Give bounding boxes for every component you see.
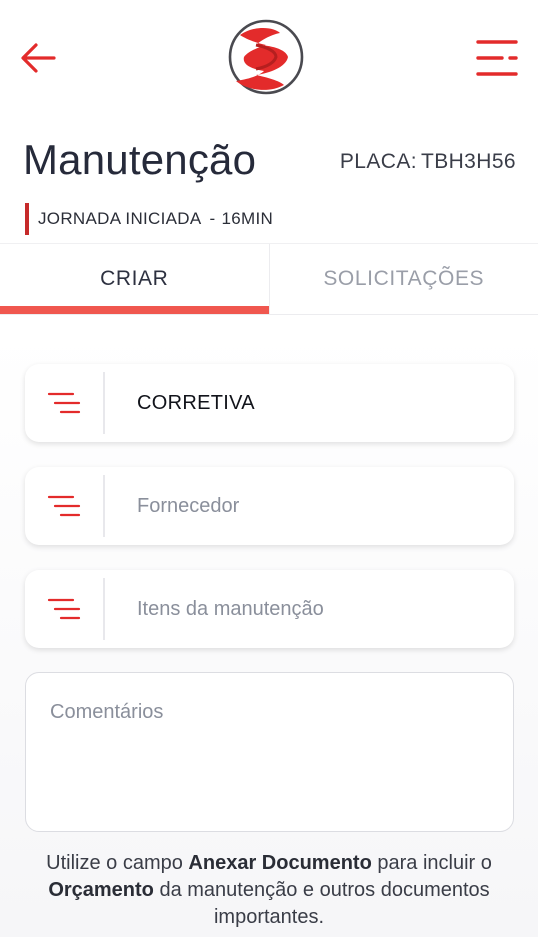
comments-field[interactable] (26, 673, 513, 831)
hint-text-1: Utilize o campo (46, 852, 189, 874)
hint-text-3: da manutenção e outros documentos import… (153, 879, 490, 928)
maintenance-items-placeholder: Itens da manutenção (137, 597, 324, 620)
tab-bar: CRIAR SOLICITAÇÕES (0, 243, 538, 315)
list-icon (47, 495, 81, 517)
arrow-left-icon (21, 43, 56, 73)
tab-criar[interactable]: CRIAR (0, 244, 269, 314)
list-icon (47, 392, 81, 414)
journey-status: JORNADA INICIADA - 16MIN (25, 203, 273, 235)
menu-button[interactable] (474, 36, 520, 80)
back-button[interactable] (18, 38, 58, 78)
comments-box (25, 672, 514, 832)
maintenance-type-value: CORRETIVA (137, 391, 255, 414)
hint-attach-document: Anexar Documento (188, 852, 372, 874)
tab-solicitacoes[interactable]: SOLICITAÇÕES (268, 244, 538, 314)
hint-budget: Orçamento (48, 879, 154, 901)
supplier-select[interactable]: Fornecedor (25, 467, 514, 545)
menu-icon (476, 40, 518, 76)
journey-status-separator: - (209, 209, 216, 228)
top-bar (0, 0, 538, 120)
list-icon-container (25, 372, 105, 434)
hint-text-2: para incluir o (371, 852, 492, 874)
list-icon-container (25, 475, 105, 537)
plate-label: PLACA: (339, 150, 417, 173)
journey-elapsed-time: 16MIN (221, 209, 274, 228)
brand-logo (226, 17, 306, 97)
maintenance-type-select[interactable]: CORRETIVA (25, 364, 514, 442)
vehicle-plate: PLACA: TBH3H56 (340, 150, 516, 174)
attachment-hint: Utilize o campo Anexar Documento para in… (20, 850, 518, 931)
maintenance-items-select[interactable]: Itens da manutenção (25, 570, 514, 648)
supplier-placeholder: Fornecedor (137, 494, 240, 517)
list-icon-container (25, 578, 105, 640)
journey-status-label: JORNADA INICIADA (38, 209, 202, 228)
plate-value: TBH3H56 (420, 150, 516, 173)
page-title: Manutenção (23, 136, 257, 183)
list-icon (47, 598, 81, 620)
